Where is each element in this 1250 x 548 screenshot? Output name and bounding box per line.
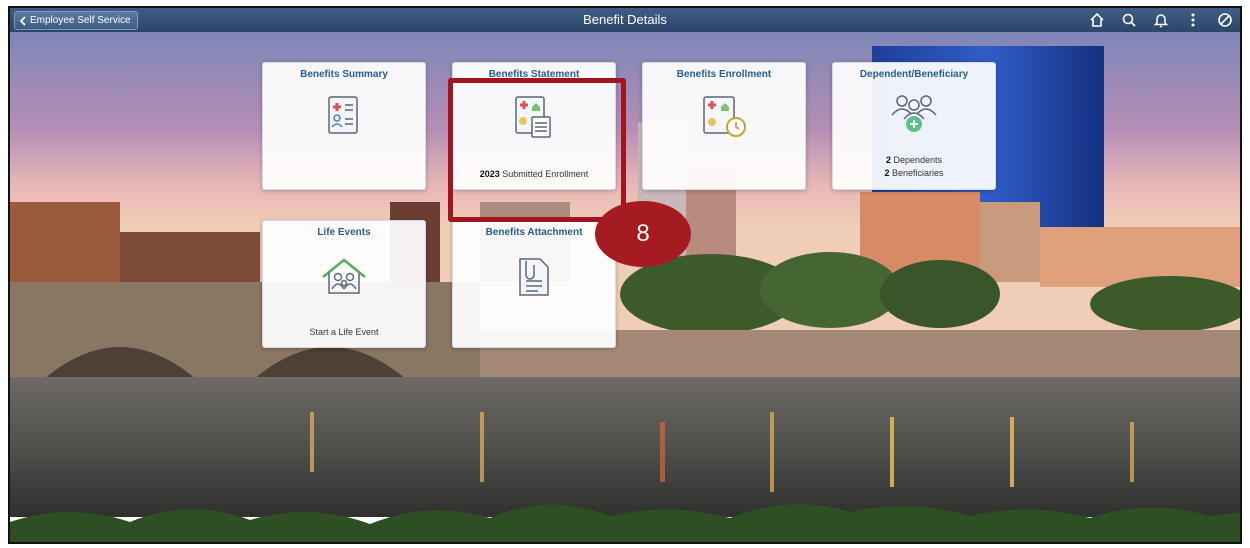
house-family-icon bbox=[319, 257, 369, 302]
navbar-icon[interactable] bbox=[1216, 10, 1234, 30]
enrollment-clock-icon bbox=[700, 95, 748, 144]
tile-info-dependents: 2 Dependents bbox=[833, 155, 995, 165]
attachment-document-icon bbox=[516, 255, 552, 304]
search-icon[interactable] bbox=[1120, 10, 1138, 30]
page-title: Benefit Details bbox=[583, 12, 667, 27]
tile-title: Benefits Summary bbox=[300, 69, 388, 80]
beneficiaries-label: Beneficiaries bbox=[889, 168, 944, 178]
home-icon[interactable] bbox=[1088, 10, 1106, 30]
tile-life-events[interactable]: Life Events Start a Life Event bbox=[262, 220, 426, 348]
tile-info: Start a Life Event bbox=[263, 327, 425, 337]
top-bar: Employee Self Service Benefit Details bbox=[10, 8, 1240, 32]
bell-icon[interactable] bbox=[1152, 10, 1170, 30]
step-number-badge: 8 bbox=[595, 201, 691, 267]
tile-title: Benefits Enrollment bbox=[676, 69, 772, 80]
tile-info-beneficiaries: 2 Beneficiaries bbox=[833, 168, 995, 178]
document-medical-icon bbox=[326, 95, 362, 140]
tile-benefits-summary[interactable]: Benefits Summary bbox=[262, 62, 426, 190]
more-icon[interactable] bbox=[1184, 10, 1202, 30]
tile-title: Benefits Attachment bbox=[485, 227, 583, 238]
header-actions bbox=[1088, 10, 1234, 30]
people-add-icon bbox=[888, 91, 940, 140]
tile-benefits-attachment[interactable]: Benefits Attachment bbox=[452, 220, 616, 348]
tile-benefits-enrollment[interactable]: Benefits Enrollment bbox=[642, 62, 806, 190]
tile-title: Life Events bbox=[317, 227, 371, 238]
tile-title: Dependent/Beneficiary bbox=[859, 69, 969, 80]
app-window: Employee Self Service Benefit Details Be… bbox=[8, 6, 1242, 544]
tile-dependent-beneficiary[interactable]: Dependent/Beneficiary 2 Dependents 2 Ben… bbox=[832, 62, 996, 190]
background-image: Benefits Summary Benefits Statement 2023… bbox=[10, 32, 1240, 542]
highlight-box bbox=[448, 78, 626, 222]
dependents-label: Dependents bbox=[890, 155, 943, 165]
life-event-label: Start a Life Event bbox=[309, 327, 379, 337]
